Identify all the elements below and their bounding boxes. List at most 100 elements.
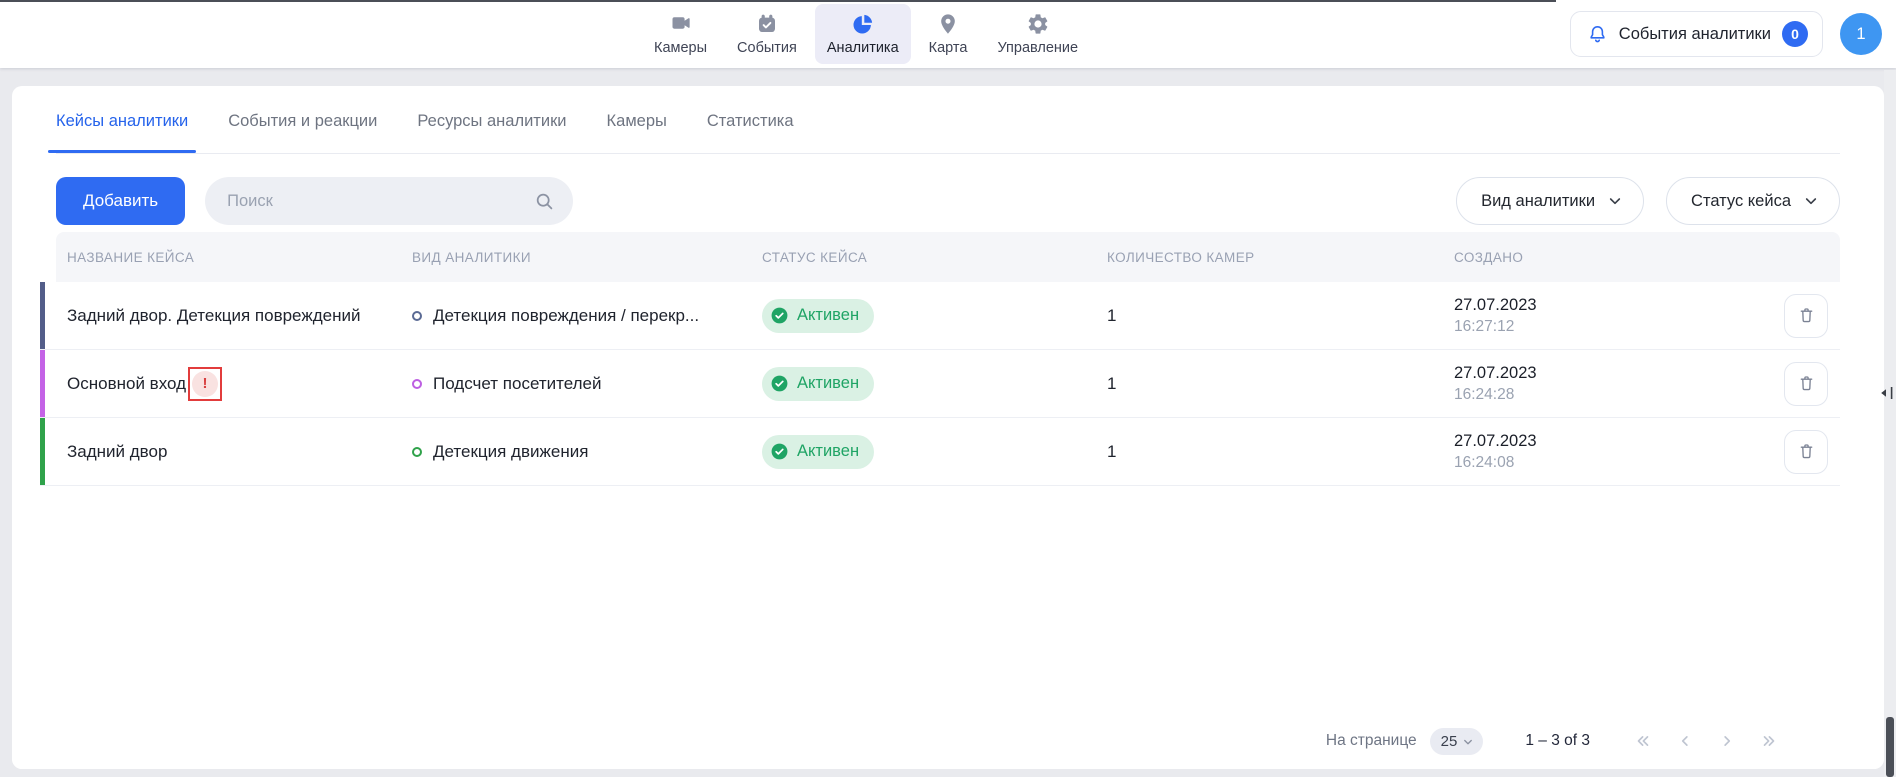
scrollbar-thumb[interactable] (1886, 717, 1894, 777)
analytics-tabs: Кейсы аналитики События и реакции Ресурс… (56, 90, 1840, 154)
filter-label: Вид аналитики (1481, 192, 1595, 211)
calendar-check-icon (755, 12, 779, 36)
analytics-type-cell: Детекция повреждения / перекр... (412, 306, 762, 326)
analytics-type-cell: Детекция движения (412, 442, 762, 462)
main-nav: Камеры События Аналитика Карта Управлени… (642, 0, 1090, 68)
trash-icon (1797, 374, 1816, 393)
cases-table: НАЗВАНИЕ КЕЙСА ВИД АНАЛИТИКИ СТАТУС КЕЙС… (40, 232, 1840, 486)
user-avatar[interactable]: 1 (1840, 13, 1882, 55)
row-actions-cell (1784, 362, 1840, 406)
search-icon (534, 191, 555, 212)
check-icon (770, 374, 789, 393)
delete-case-button[interactable] (1784, 362, 1828, 406)
window-top-edge (0, 0, 1556, 2)
per-page-value: 25 (1441, 733, 1458, 750)
per-page-select[interactable]: 25 (1430, 728, 1484, 755)
created-cell: 27.07.2023 16:27:12 (1454, 295, 1784, 337)
cameras-count-cell: 1 (1107, 306, 1454, 326)
column-header-created: СОЗДАНО (1454, 250, 1784, 265)
column-header-name: НАЗВАНИЕ КЕЙСА (56, 250, 412, 265)
created-time: 16:27:12 (1454, 317, 1784, 336)
analytics-page-card: Кейсы аналитики События и реакции Ресурс… (12, 86, 1884, 769)
gear-icon (1026, 12, 1050, 36)
add-case-button[interactable]: Добавить (56, 177, 185, 225)
nav-label: Карта (929, 40, 968, 56)
tab-analytics-cases[interactable]: Кейсы аналитики (56, 112, 188, 131)
check-icon (770, 442, 789, 461)
table-body: Задний двор. Детекция повреждений ! Дете… (40, 282, 1840, 486)
warning-icon: ! (192, 371, 218, 397)
search-field[interactable] (205, 177, 573, 225)
nav-item-management[interactable]: Управление (985, 4, 1090, 64)
analytics-type-icon (412, 447, 422, 457)
created-cell: 27.07.2023 16:24:28 (1454, 363, 1784, 405)
nav-label: Аналитика (827, 40, 899, 56)
case-name: Основной вход (67, 374, 186, 394)
status-badge: Активен (762, 435, 874, 469)
pager (1634, 732, 1778, 750)
status-label: Активен (797, 442, 859, 461)
trash-icon (1797, 306, 1816, 325)
chevron-down-icon (1803, 193, 1819, 209)
column-header-type: ВИД АНАЛИТИКИ (412, 250, 762, 265)
status-cell: Активен (762, 367, 1107, 401)
case-name-cell: Основной вход ! (40, 367, 412, 401)
nav-item-analytics[interactable]: Аналитика (815, 4, 911, 64)
case-name-cell: Задний двор. Детекция повреждений ! (40, 306, 412, 326)
pie-chart-icon (851, 12, 875, 36)
status-label: Активен (797, 374, 859, 393)
warning-highlight-box: ! (188, 367, 222, 401)
tab-events-reactions[interactable]: События и реакции (228, 112, 377, 131)
delete-case-button[interactable] (1784, 430, 1828, 474)
created-time: 16:24:28 (1454, 385, 1784, 404)
case-status-filter[interactable]: Статус кейса (1666, 177, 1840, 225)
case-name-cell: Задний двор ! (40, 442, 412, 462)
table-row[interactable]: Задний двор ! Детекция движения Активен … (40, 418, 1840, 486)
toolbar: Добавить Вид аналитики Статус кейса (56, 177, 1840, 225)
table-row[interactable]: Задний двор. Детекция повреждений ! Дете… (40, 282, 1840, 350)
analytics-type-filter[interactable]: Вид аналитики (1456, 177, 1644, 225)
case-name: Задний двор. Детекция повреждений (67, 306, 360, 326)
events-count-badge: 0 (1782, 21, 1808, 47)
page-scrollbar[interactable] (1884, 70, 1896, 777)
delete-case-button[interactable] (1784, 294, 1828, 338)
tab-statistics[interactable]: Статистика (707, 112, 794, 131)
pagination-range: 1 – 3 of 3 (1525, 732, 1590, 750)
analytics-type-label: Детекция повреждения / перекр... (433, 306, 699, 326)
analytics-type-icon (412, 379, 422, 389)
pagination-footer: На странице 25 1 – 3 of 3 (12, 713, 1884, 769)
trash-icon (1797, 442, 1816, 461)
created-time: 16:24:08 (1454, 453, 1784, 472)
cameras-count-cell: 1 (1107, 442, 1454, 462)
mouse-cursor-icon (1879, 386, 1893, 405)
created-date: 27.07.2023 (1454, 295, 1784, 316)
previous-page-button[interactable] (1676, 732, 1694, 750)
check-icon (770, 306, 789, 325)
created-date: 27.07.2023 (1454, 363, 1784, 384)
next-page-button[interactable] (1718, 732, 1736, 750)
nav-label: Управление (997, 40, 1078, 56)
column-header-status: СТАТУС КЕЙСА (762, 250, 1107, 265)
created-date: 27.07.2023 (1454, 431, 1784, 452)
search-input[interactable] (227, 192, 534, 211)
last-page-button[interactable] (1760, 732, 1778, 750)
created-cell: 27.07.2023 16:24:08 (1454, 431, 1784, 473)
bell-icon (1587, 24, 1608, 45)
analytics-events-button[interactable]: События аналитики 0 (1570, 11, 1823, 57)
nav-item-events[interactable]: События (725, 4, 809, 64)
topbar-right: События аналитики 0 1 (1570, 0, 1882, 68)
tab-analytics-resources[interactable]: Ресурсы аналитики (417, 112, 566, 131)
first-page-button[interactable] (1634, 732, 1652, 750)
nav-label: Камеры (654, 40, 707, 56)
analytics-type-cell: Подсчет посетителей (412, 374, 762, 394)
map-pin-icon (936, 12, 960, 36)
row-actions-cell (1784, 294, 1840, 338)
analytics-type-label: Детекция движения (433, 442, 588, 462)
column-header-cameras: КОЛИЧЕСТВО КАМЕР (1107, 250, 1454, 265)
nav-item-map[interactable]: Карта (917, 4, 980, 64)
tab-cameras[interactable]: Камеры (607, 112, 667, 131)
nav-item-cameras[interactable]: Камеры (642, 4, 719, 64)
per-page-label: На странице (1326, 732, 1417, 750)
filter-label: Статус кейса (1691, 192, 1791, 211)
table-row[interactable]: Основной вход ! Подсчет посетителей Акти… (40, 350, 1840, 418)
